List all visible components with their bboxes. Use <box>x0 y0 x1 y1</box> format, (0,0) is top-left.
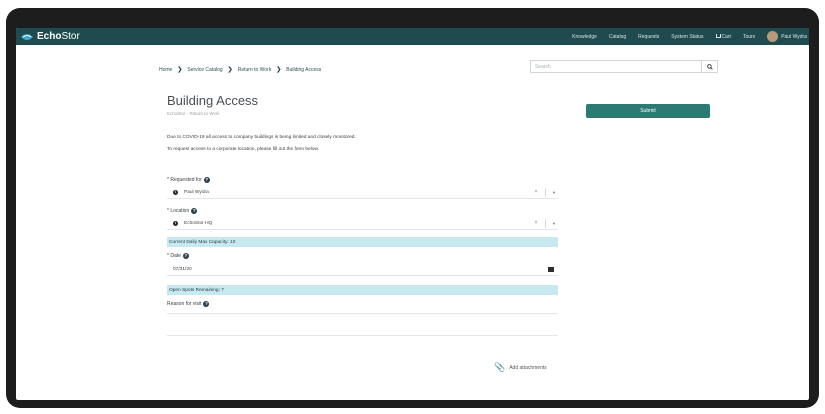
requested-for-select[interactable]: i Paul Wydra × ▼ <box>167 186 558 199</box>
select-divider <box>545 218 546 228</box>
breadcrumb-return-to-work[interactable]: Return to Work <box>238 67 272 73</box>
search-bar: Search <box>530 60 718 73</box>
nav-cart-label: Cart <box>721 33 731 40</box>
help-icon[interactable]: ? <box>203 177 210 183</box>
nav-cart[interactable]: Cart <box>715 33 731 40</box>
breadcrumb-separator: ❯ <box>227 67 233 73</box>
help-icon[interactable]: ? <box>203 301 210 307</box>
nav-catalog[interactable]: Catalog <box>609 34 626 40</box>
brand-thin: Stor <box>61 31 80 42</box>
reason-label-text: Reason for visit <box>167 301 202 307</box>
browser-screen: Echo Stor Knowledge Catalog Requests Syst… <box>16 28 809 400</box>
page-title: Building Access <box>167 93 259 108</box>
user-name: Paul Wydra <box>781 33 807 40</box>
location-select[interactable]: i EchoStor HQ × ▼ <box>167 217 558 230</box>
add-attachments-label: Add attachments <box>509 364 547 371</box>
help-icon[interactable]: ? <box>191 208 198 214</box>
description-line-2: To request access to a corporate locatio… <box>167 147 319 152</box>
breadcrumb-service-catalog[interactable]: Service Catalog <box>187 67 222 73</box>
main-nav: Knowledge Catalog Requests System Status… <box>560 28 809 45</box>
capacity-banner: Current Daily Max Capacity: 10 <box>167 237 558 247</box>
requested-for-value: Paul Wydra <box>184 189 209 195</box>
reason-label: Reason for visit ? <box>167 301 210 307</box>
date-value: 07/31/20 <box>173 266 192 272</box>
nav-requests[interactable]: Requests <box>638 34 659 40</box>
breadcrumb: Home ❯ Service Catalog ❯ Return to Work … <box>159 66 321 74</box>
breadcrumb-separator: ❯ <box>276 67 282 73</box>
paperclip-icon: 📎 <box>494 362 506 372</box>
location-value: EchoStor HQ <box>184 220 213 226</box>
nav-system-status[interactable]: System Status <box>671 34 703 40</box>
date-field[interactable]: 07/31/20 <box>167 263 558 276</box>
search-input[interactable]: Search <box>531 64 701 70</box>
logo-mark-icon <box>21 33 33 40</box>
add-attachments-link[interactable]: 📎 Add attachments <box>494 362 547 373</box>
user-menu[interactable]: Paul Wydra <box>767 31 807 42</box>
brand-bold: Echo <box>37 31 62 42</box>
description-line-1: Due to COVID-19 all access to company bu… <box>167 135 356 140</box>
breadcrumb-home[interactable]: Home <box>159 67 172 73</box>
clear-icon[interactable]: × <box>531 220 541 226</box>
cart-icon <box>715 33 721 38</box>
search-button[interactable] <box>701 61 717 72</box>
chevron-down-icon[interactable]: ▼ <box>550 190 558 195</box>
date-label-text: * Date <box>167 253 181 259</box>
nav-knowledge[interactable]: Knowledge <box>572 34 597 40</box>
reason-textarea[interactable] <box>167 313 558 336</box>
requested-for-label-text: * Requested for <box>167 177 202 183</box>
chevron-down-icon[interactable]: ▼ <box>550 221 558 226</box>
spots-banner: Open Spots Remaining: 7 <box>167 285 558 295</box>
top-navbar: Echo Stor Knowledge Catalog Requests Syst… <box>16 28 809 45</box>
logo[interactable]: Echo Stor <box>20 31 80 42</box>
clear-icon[interactable]: × <box>531 189 541 195</box>
date-label: * Date ? <box>167 253 189 259</box>
info-icon[interactable]: i <box>173 189 178 195</box>
avatar <box>767 31 779 42</box>
location-label-text: * Location <box>167 208 190 214</box>
calendar-icon[interactable] <box>548 266 554 272</box>
search-icon <box>706 63 713 70</box>
info-icon[interactable]: i <box>173 220 178 226</box>
help-icon[interactable]: ? <box>182 253 189 259</box>
breadcrumb-separator: ❯ <box>177 67 183 73</box>
requested-for-label: * Requested for ? <box>167 177 210 183</box>
nav-tours[interactable]: Tours <box>743 34 755 40</box>
breadcrumb-building-access[interactable]: Building Access <box>286 67 321 73</box>
submit-button[interactable]: Submit <box>586 104 710 118</box>
device-frame: Echo Stor Knowledge Catalog Requests Syst… <box>6 8 819 408</box>
page-subtitle: EchoStor - Return to Work <box>167 111 220 116</box>
select-divider <box>545 187 546 197</box>
location-label: * Location ? <box>167 208 198 214</box>
